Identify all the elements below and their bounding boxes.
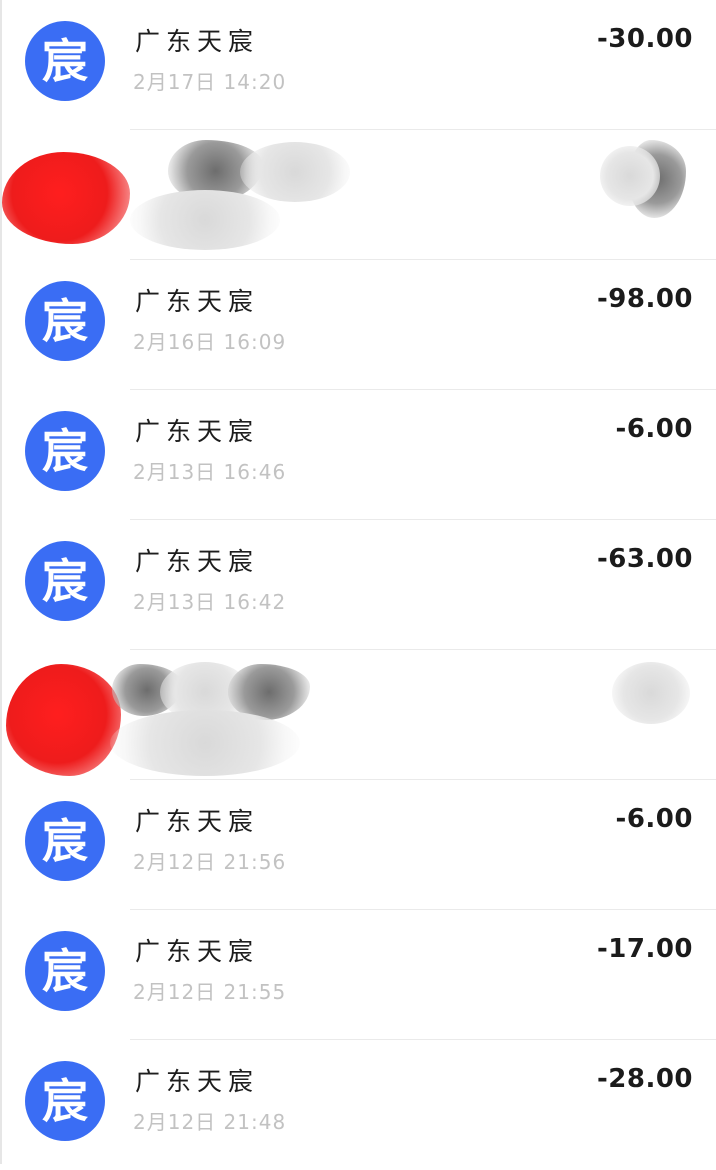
transaction-amount: -30.00 [596, 24, 693, 54]
transaction-time: 2月12日 21:48 [133, 1110, 287, 1134]
transaction-list: 宸 广东天宸 2月17日 14:20 -30.00 宸 广东天宸 2月16日 1… [0, 0, 716, 1170]
redacted-transaction-row[interactable] [0, 650, 716, 780]
merchant-avatar-icon: 宸 [25, 411, 105, 491]
redaction-scribble [2, 152, 130, 244]
transaction-time: 2月16日 16:09 [133, 330, 287, 354]
merchant-name: 广东天宸 [135, 807, 260, 836]
transaction-time: 2月13日 16:42 [133, 590, 287, 614]
redacted-transaction-row[interactable] [0, 130, 716, 260]
redaction-scribble [600, 146, 660, 206]
merchant-name: 广东天宸 [135, 27, 260, 56]
merchant-name: 广东天宸 [135, 937, 260, 966]
merchant-avatar-icon: 宸 [25, 801, 105, 881]
merchant-avatar-icon: 宸 [25, 21, 105, 101]
redaction-scribble [130, 190, 280, 250]
merchant-name: 广东天宸 [135, 547, 260, 576]
transaction-row[interactable]: 宸 广东天宸 2月17日 14:20 -30.00 [0, 0, 716, 130]
transaction-row[interactable]: 宸 广东天宸 2月16日 16:09 -98.00 [0, 260, 716, 390]
transaction-row[interactable]: 宸 广东天宸 2月12日 21:48 -28.00 [0, 1040, 716, 1170]
merchant-name: 广东天宸 [135, 287, 260, 316]
merchant-name: 广东天宸 [135, 1067, 260, 1096]
transaction-row[interactable]: 宸 广东天宸 2月12日 21:55 -17.00 [0, 910, 716, 1040]
redaction-scribble [240, 142, 350, 202]
merchant-avatar-icon: 宸 [25, 281, 105, 361]
transaction-row[interactable]: 宸 广东天宸 2月12日 21:56 -6.00 [0, 780, 716, 910]
transaction-row[interactable]: 宸 广东天宸 2月13日 16:46 -6.00 [0, 390, 716, 520]
redaction-scribble [110, 710, 300, 776]
transaction-time: 2月12日 21:56 [133, 850, 287, 874]
transaction-amount: -17.00 [596, 934, 693, 964]
transaction-amount: -6.00 [615, 414, 693, 444]
transaction-time: 2月12日 21:55 [133, 980, 287, 1004]
transaction-amount: -98.00 [596, 284, 693, 314]
merchant-avatar-icon: 宸 [25, 1061, 105, 1141]
merchant-avatar-icon: 宸 [25, 931, 105, 1011]
transaction-amount: -6.00 [615, 804, 693, 834]
transaction-row[interactable]: 宸 广东天宸 2月13日 16:42 -63.00 [0, 520, 716, 650]
merchant-name: 广东天宸 [135, 417, 260, 446]
transaction-time: 2月13日 16:46 [133, 460, 287, 484]
transaction-amount: -28.00 [596, 1064, 693, 1094]
redaction-scribble [612, 662, 690, 724]
redaction-scribble [6, 664, 121, 776]
merchant-avatar-icon: 宸 [25, 541, 105, 621]
transaction-time: 2月17日 14:20 [133, 70, 287, 94]
transaction-amount: -63.00 [596, 544, 693, 574]
